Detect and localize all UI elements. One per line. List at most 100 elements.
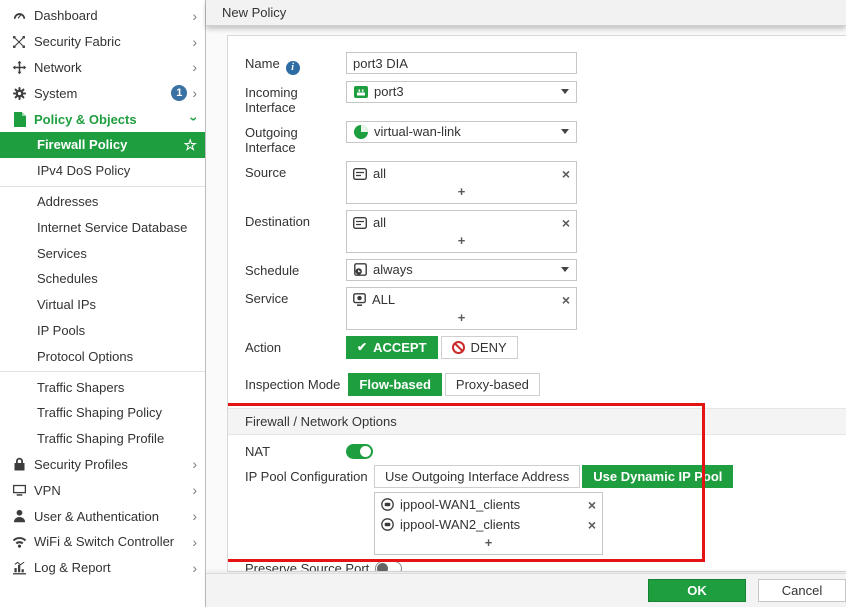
chevron-right-icon: › xyxy=(192,533,197,550)
action-label: Action xyxy=(245,339,282,355)
destination-entry[interactable]: all × xyxy=(353,213,570,233)
sidebar-item-label: IPv4 DoS Policy xyxy=(37,163,131,179)
sidebar-item-label: VPN xyxy=(34,482,61,498)
deny-button[interactable]: DENY xyxy=(440,335,518,359)
remove-icon[interactable]: × xyxy=(562,293,570,307)
remove-icon[interactable]: × xyxy=(588,498,596,512)
accept-button[interactable]: ✔ ACCEPT xyxy=(346,335,438,359)
notification-badge: 1 xyxy=(171,85,188,102)
incoming-interface-value: port3 xyxy=(374,84,404,99)
schedule-label: Schedule xyxy=(245,262,300,278)
proxy-based-button[interactable]: Proxy-based xyxy=(444,372,540,396)
source-entry[interactable]: all × xyxy=(353,164,570,184)
sidebar-item-dashboard[interactable]: Dashboard › xyxy=(0,3,205,29)
preserve-source-port-toggle[interactable] xyxy=(375,560,403,571)
user-icon xyxy=(10,509,28,523)
policy-icon xyxy=(10,111,28,127)
sidebar-item-user-authentication[interactable]: User & Authentication › xyxy=(0,503,205,529)
chevron-down-icon: › xyxy=(186,116,203,122)
remove-icon[interactable]: × xyxy=(562,167,570,181)
service-entry[interactable]: ALL × xyxy=(353,290,570,310)
policy-form: Name Incoming Interface port3 Outgoing I… xyxy=(227,35,846,572)
sidebar-item-security-fabric[interactable]: Security Fabric › xyxy=(0,29,205,55)
sidebar-item-label: System xyxy=(34,85,78,101)
chevron-down-icon xyxy=(561,89,569,94)
sidebar-item-network[interactable]: Network › xyxy=(0,55,205,81)
ippool-icon xyxy=(381,518,394,531)
sidebar-item-ipv4-dos-policy[interactable]: IPv4 DoS Policy xyxy=(0,158,205,184)
sidebar-item-system[interactable]: System 1 › xyxy=(0,80,205,106)
add-service-button[interactable]: + xyxy=(353,310,570,327)
service-row: Service ALL × + xyxy=(245,286,846,330)
inspection-mode-row: Inspection Mode Flow-based Proxy-based xyxy=(245,372,846,396)
remove-icon[interactable]: × xyxy=(588,518,596,532)
monitor-icon xyxy=(10,483,28,497)
sidebar-item-wifi-switch-controller[interactable]: WiFi & Switch Controller › xyxy=(0,529,205,555)
sidebar-item-label: User & Authentication xyxy=(34,508,160,524)
preserve-source-port-label: Preserve Source Port xyxy=(245,560,370,572)
preserve-source-port-row: Preserve Source Port xyxy=(245,560,846,572)
gauge-icon xyxy=(10,8,28,23)
nat-label: NAT xyxy=(245,443,271,459)
sidebar-item-ip-pools[interactable]: IP Pools xyxy=(0,318,205,344)
incoming-interface-select[interactable]: port3 xyxy=(346,80,577,103)
sidebar-item-security-profiles[interactable]: Security Profiles › xyxy=(0,452,205,478)
info-icon xyxy=(285,60,300,75)
source-box: all × + xyxy=(346,160,577,204)
sidebar-item-protocol-options[interactable]: Protocol Options xyxy=(0,343,205,369)
ip-pool-list-row: ippool-WAN1_clients × ippool-WAN2_client… xyxy=(245,491,846,555)
sidebar-item-label: Internet Service Database xyxy=(37,219,188,235)
outgoing-interface-select[interactable]: virtual-wan-link xyxy=(346,120,577,143)
nat-toggle[interactable] xyxy=(346,443,373,459)
outgoing-interface-row: Outgoing Interface virtual-wan-link xyxy=(245,120,846,155)
remove-icon[interactable]: × xyxy=(562,216,570,230)
inspection-mode-label: Inspection Mode xyxy=(245,376,341,392)
star-icon[interactable]: ☆ xyxy=(184,136,197,154)
sidebar-item-addresses[interactable]: Addresses xyxy=(0,189,205,215)
sidebar-item-label: Traffic Shaping Profile xyxy=(37,431,165,447)
chevron-down-icon xyxy=(561,129,569,134)
chart-icon xyxy=(10,561,28,575)
ip-pool-entry[interactable]: ippool-WAN2_clients × xyxy=(381,515,596,535)
sidebar-separator xyxy=(0,371,205,373)
add-source-button[interactable]: + xyxy=(353,184,570,201)
sidebar-item-label: Schedules xyxy=(37,271,98,287)
sidebar-item-internet-service-database[interactable]: Internet Service Database xyxy=(0,214,205,240)
sidebar-item-vpn[interactable]: VPN › xyxy=(0,477,205,503)
sidebar-item-policy-objects[interactable]: Policy & Objects › xyxy=(0,106,205,132)
sidebar-item-services[interactable]: Services xyxy=(0,240,205,266)
schedule-select[interactable]: always xyxy=(346,258,577,281)
gear-icon xyxy=(10,86,28,101)
sidebar-item-traffic-shaping-profile[interactable]: Traffic Shaping Profile xyxy=(0,426,205,452)
sidebar-item-virtual-ips[interactable]: Virtual IPs xyxy=(0,292,205,318)
sidebar-item-firewall-policy[interactable]: Firewall Policy ☆ xyxy=(0,131,205,158)
sidebar-item-label: Dashboard xyxy=(34,8,98,24)
fortigate-new-policy-page: Dashboard › Security Fabric › Network › System… xyxy=(0,0,846,607)
sdwan-icon xyxy=(354,124,368,139)
sidebar-item-traffic-shapers[interactable]: Traffic Shapers xyxy=(0,374,205,400)
sidebar-item-label: Security Profiles xyxy=(34,456,128,472)
name-input[interactable] xyxy=(346,52,577,74)
ok-button[interactable]: OK xyxy=(648,579,746,602)
sidebar-item-schedules[interactable]: Schedules xyxy=(0,266,205,292)
sidebar-item-label: Virtual IPs xyxy=(37,297,97,313)
add-destination-button[interactable]: + xyxy=(353,233,570,250)
sidebar-item-label: Services xyxy=(37,245,87,261)
chevron-down-icon xyxy=(561,267,569,272)
sidebar-item-log-report[interactable]: Log & Report › xyxy=(0,555,205,581)
source-row: Source all × + xyxy=(245,160,846,204)
service-icon xyxy=(353,293,366,306)
firewall-network-options-section: Firewall / Network Options NAT IP Pool C… xyxy=(228,402,846,562)
sidebar-item-traffic-shaping-policy[interactable]: Traffic Shaping Policy xyxy=(0,400,205,426)
cancel-button[interactable]: Cancel xyxy=(758,579,846,602)
wifi-icon xyxy=(10,535,28,549)
add-ip-pool-button[interactable]: + xyxy=(381,535,596,552)
chevron-right-icon: › xyxy=(192,59,197,76)
flow-based-button[interactable]: Flow-based xyxy=(348,372,442,396)
use-dynamic-ip-pool-button[interactable]: Use Dynamic IP Pool xyxy=(582,464,734,488)
section-title: Firewall / Network Options xyxy=(228,407,846,435)
service-label: Service xyxy=(245,290,289,306)
use-outgoing-interface-address-button[interactable]: Use Outgoing Interface Address xyxy=(374,464,581,488)
ip-pool-entry[interactable]: ippool-WAN1_clients × xyxy=(381,495,596,515)
sidebar-item-label: Policy & Objects xyxy=(34,111,137,127)
